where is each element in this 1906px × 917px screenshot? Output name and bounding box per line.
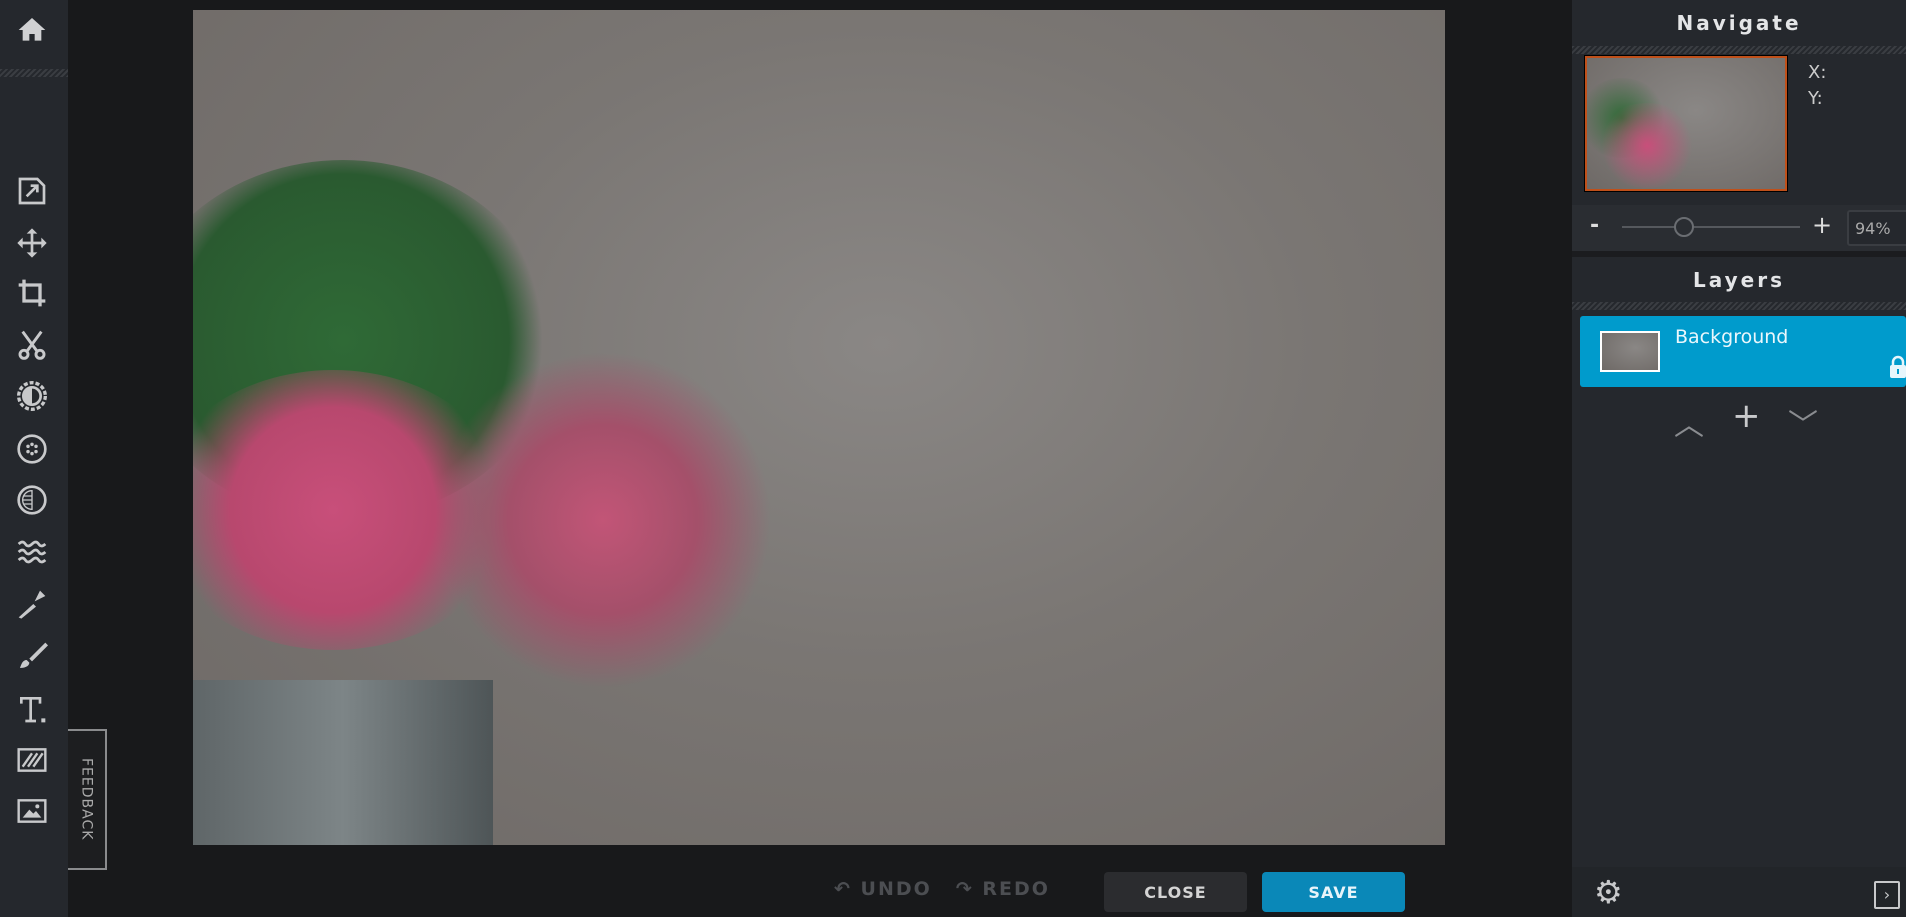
home-icon[interactable] bbox=[14, 12, 50, 48]
add-image-icon[interactable] bbox=[14, 793, 50, 829]
move-layer-up-icon[interactable]: ︿ bbox=[1674, 400, 1704, 444]
panel-footer: ⚙ › bbox=[1572, 867, 1906, 917]
zoom-slider[interactable] bbox=[1622, 226, 1800, 228]
text-icon[interactable] bbox=[14, 691, 50, 727]
settings-gear-icon[interactable]: ⚙ bbox=[1594, 873, 1623, 911]
move-layer-down-icon[interactable]: ﹀ bbox=[1788, 400, 1818, 444]
brush-icon[interactable] bbox=[14, 638, 50, 674]
add-layer-icon[interactable]: + bbox=[1732, 396, 1761, 436]
crop-icon[interactable] bbox=[14, 275, 50, 311]
save-button[interactable]: SAVE bbox=[1262, 872, 1405, 912]
vignette-icon[interactable] bbox=[14, 482, 50, 518]
clone-stamp-icon[interactable] bbox=[14, 586, 50, 622]
zoom-input[interactable]: 94% bbox=[1847, 210, 1906, 246]
layers-title: Layers bbox=[1693, 268, 1785, 292]
zoom-out-button[interactable]: - bbox=[1590, 213, 1599, 238]
layer-name: Background bbox=[1675, 326, 1789, 348]
export-icon[interactable] bbox=[14, 173, 50, 209]
zoom-in-button[interactable]: + bbox=[1812, 211, 1832, 239]
undo-button[interactable]: ↶ UNDO bbox=[834, 878, 932, 900]
layer-item[interactable]: Background bbox=[1580, 316, 1906, 387]
zoom-slider-handle[interactable] bbox=[1674, 217, 1695, 237]
tool-sidebar bbox=[0, 0, 68, 917]
zoom-controls: - + 94% bbox=[1572, 205, 1906, 251]
x-coordinate-label: X: bbox=[1808, 62, 1827, 83]
roses bbox=[433, 310, 773, 730]
filter-icon[interactable] bbox=[14, 431, 50, 467]
scissors-icon[interactable] bbox=[14, 327, 50, 363]
history-controls: ↶ UNDO ↷ REDO bbox=[834, 878, 1050, 900]
navigator-thumbnail[interactable] bbox=[1584, 55, 1788, 192]
close-button[interactable]: CLOSE bbox=[1104, 872, 1247, 912]
divider bbox=[1572, 46, 1906, 54]
move-icon[interactable] bbox=[14, 225, 50, 261]
adjust-icon[interactable] bbox=[14, 378, 50, 414]
lock-icon[interactable] bbox=[1888, 355, 1906, 379]
feedback-tab[interactable]: FEEDBACK bbox=[68, 729, 107, 870]
divider bbox=[0, 69, 68, 77]
bucket bbox=[193, 680, 493, 845]
pattern-icon[interactable] bbox=[14, 742, 50, 778]
collapse-panel-icon[interactable]: › bbox=[1874, 881, 1900, 909]
image-canvas[interactable] bbox=[193, 10, 1445, 845]
redo-button[interactable]: ↷ REDO bbox=[956, 878, 1050, 900]
layer-thumbnail bbox=[1600, 331, 1660, 372]
navigate-title: Navigate bbox=[1676, 11, 1802, 35]
liquify-icon[interactable] bbox=[14, 534, 50, 570]
divider bbox=[1572, 302, 1906, 310]
y-coordinate-label: Y: bbox=[1808, 88, 1823, 109]
right-panel: Navigate X: Y: - + 94% Layers Background… bbox=[1572, 0, 1906, 917]
